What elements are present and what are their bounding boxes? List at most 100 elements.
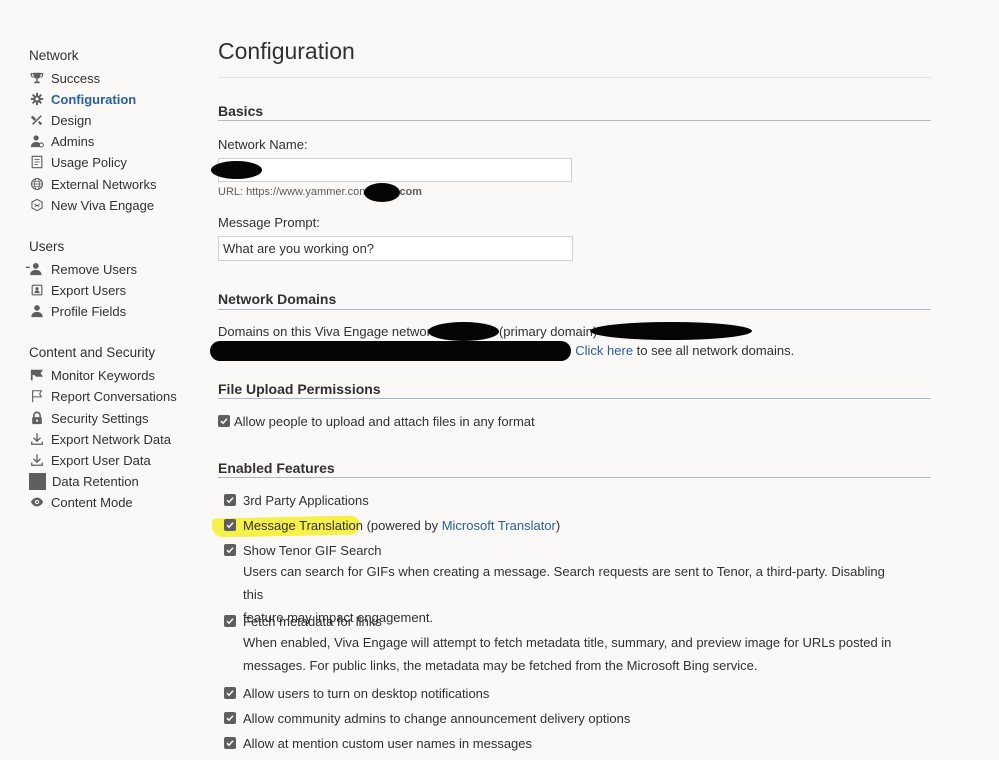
sidebar-group-users: Users [29,239,65,254]
sidebar-item-configuration[interactable]: Configuration [29,90,136,108]
url-suffix: com [399,186,422,198]
sidebar-item-external-networks[interactable]: External Networks [29,175,156,193]
sidebar-item-export-network-data[interactable]: Export Network Data [29,430,171,448]
fetch-desc-line-1: When enabled, Viva Engage will attempt t… [243,635,892,650]
sidebar-item-success[interactable]: Success [29,69,100,87]
sidebar-item-monitor-keywords[interactable]: Monitor Keywords [29,366,155,384]
section-enabled-features-heading: Enabled Features [218,460,335,476]
sidebar-item-label: Remove Users [51,261,137,277]
sidebar-item-new-viva-engage[interactable]: New Viva Engage [29,196,154,214]
redaction-mark [428,322,499,341]
sidebar-group-content-security: Content and Security [29,345,156,360]
message-prompt-label: Message Prompt: [218,215,320,230]
sidebar-item-label: External Networks [51,176,157,192]
sidebar-item-label: Configuration [51,91,137,107]
sidebar-item-label: Admins [51,133,95,149]
gear-icon [29,91,45,107]
section-divider [218,309,931,310]
domains-line-2: . Click here to see all network domains. [568,343,794,358]
allow-upload-label: Allow people to upload and attach files … [234,414,535,429]
allow-upload-option: Allow people to upload and attach files … [218,414,535,429]
section-file-upload-heading: File Upload Permissions [218,381,381,397]
sidebar-item-label: Security Settings [51,410,149,426]
sidebar-item-export-user-data[interactable]: Export User Data [29,451,151,469]
domains-line-1: Domains on this Viva Engage networ (prima… [218,324,597,339]
fetch-desc-line-2: messages. For public links, the metadata… [243,658,758,673]
mention-names-label: Allow at mention custom user names in me… [243,736,533,751]
title-divider [218,77,931,78]
sidebar-item-content-mode[interactable]: Content Mode [29,493,133,511]
network-name-input[interactable] [218,158,572,182]
sidebar-item-report-conversations[interactable]: Report Conversations [29,387,177,405]
sidebar-item-label: Usage Policy [51,154,127,170]
sidebar-item-export-users[interactable]: Export Users [29,281,126,299]
sidebar-item-usage-policy[interactable]: Usage Policy [29,153,127,171]
sidebar-item-data-retention[interactable]: Data Retention [28,472,139,490]
sidebar-item-label: Success [51,70,101,86]
download-icon [29,431,45,447]
message-prompt-input[interactable] [218,236,573,261]
design-tools-icon [29,112,45,128]
square-icon [28,472,46,490]
sidebar-item-security-settings[interactable]: Security Settings [29,409,149,427]
section-divider [218,477,931,478]
flag-filled-icon [29,367,45,383]
powered-by-prefix: (powered by [362,518,442,533]
tenor-desc-line-1: Users can search for GIFs when creating … [243,564,885,602]
sidebar-item-label: Profile Fields [51,303,127,319]
trophy-icon [29,70,45,86]
message-translation-checkbox[interactable] [224,519,236,531]
fetch-metadata-description: When enabled, Viva Engage will attempt t… [243,631,903,677]
sidebar-item-label: Data Retention [52,473,139,489]
sidebar-item-admins[interactable]: Admins [29,132,94,150]
third-party-apps-checkbox[interactable] [224,494,236,506]
section-divider [218,398,931,399]
sidebar-item-label: Export User Data [51,452,151,468]
eye-icon [29,494,45,510]
tenor-gif-label: Show Tenor GIF Search [243,543,382,558]
allow-upload-checkbox[interactable] [218,415,230,427]
announcement-delivery-label: Allow community admins to change announc… [243,711,631,726]
sidebar-item-label: Export Network Data [51,431,171,447]
primary-domain-text: (primary domain) [498,324,598,339]
feature-message-translation: Message Translation (powered by Microsof… [224,518,560,533]
sidebar-item-label: Design [51,112,92,128]
redaction-mark [211,161,262,179]
redaction-mark [364,183,400,202]
mention-names-checkbox[interactable] [224,737,236,749]
redaction-mark [590,322,752,340]
sidebar-item-profile-fields[interactable]: Profile Fields [29,302,126,320]
section-network-domains-heading: Network Domains [218,291,337,307]
section-basics-heading: Basics [218,103,264,119]
sidebar-item-design[interactable]: Design [29,111,91,129]
person-icon [29,303,45,319]
viva-engage-icon [29,197,45,213]
page-title: Configuration [218,38,355,64]
network-name-label: Network Name: [218,137,308,152]
feature-announcement-delivery: Allow community admins to change announc… [224,711,630,726]
click-here-link[interactable]: Click here [575,343,633,358]
download-icon [29,452,45,468]
section-divider [218,120,931,121]
sidebar-item-label: Report Conversations [51,388,177,404]
sidebar-item-remove-users[interactable]: Remove Users [25,260,137,278]
message-translation-label: Message Translation (powered by Microsof… [243,518,560,533]
sidebar-item-label: Monitor Keywords [51,367,156,383]
fetch-metadata-label: Fetch metadata for links [243,614,382,629]
lock-icon [29,410,45,426]
microsoft-translator-link[interactable]: Microsoft Translator [442,518,556,533]
feature-third-party-apps: 3rd Party Applications [224,493,369,508]
powered-by-suffix: ) [555,518,561,533]
feature-tenor-gif: Show Tenor GIF Search [224,543,382,558]
sidebar-item-label: Content Mode [51,494,133,510]
globe-icon [29,176,45,192]
announcement-delivery-checkbox[interactable] [224,712,236,724]
tenor-gif-checkbox[interactable] [224,544,236,556]
sidebar-group-network: Network [29,48,79,63]
sidebar-item-label: New Viva Engage [51,197,155,213]
fetch-metadata-checkbox[interactable] [224,615,236,627]
desktop-notifications-checkbox[interactable] [224,687,236,699]
third-party-apps-label: 3rd Party Applications [243,493,369,508]
admin-person-icon [29,133,45,149]
message-translation-text: Message Translation [243,518,363,533]
